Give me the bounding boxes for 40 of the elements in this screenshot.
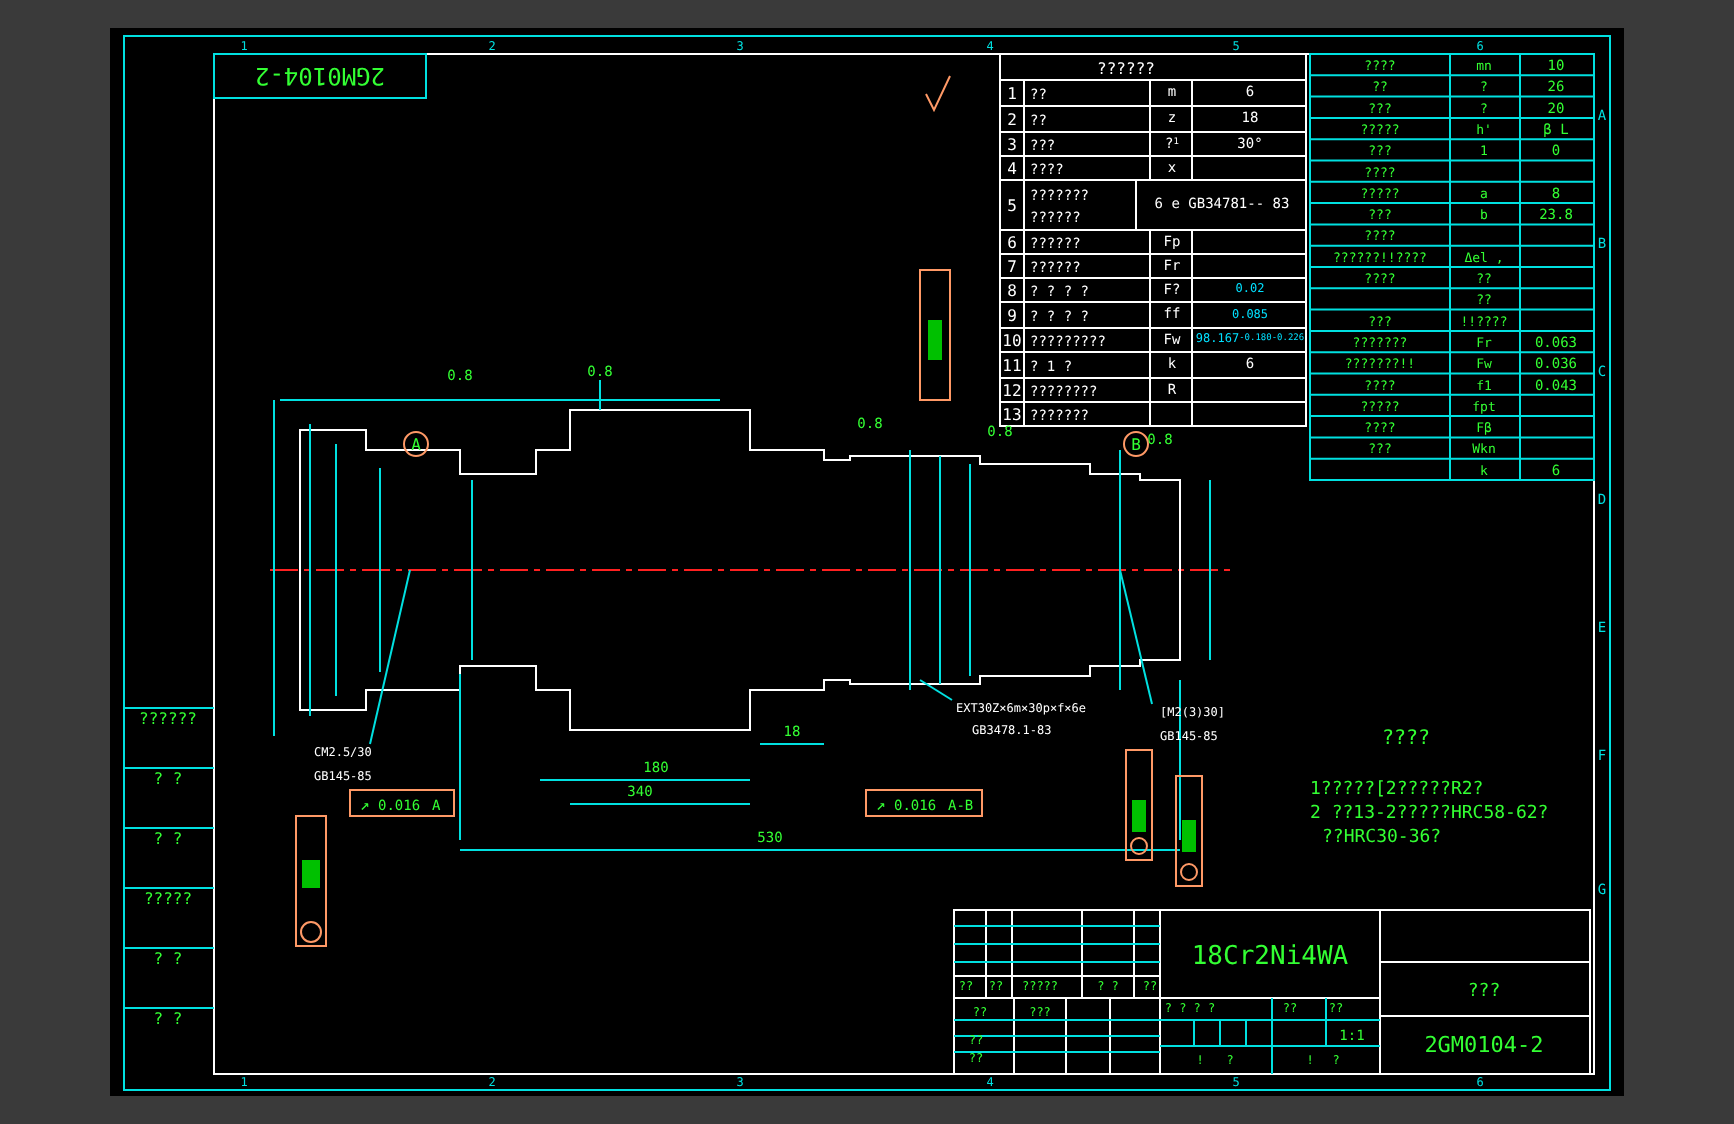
row-number: 2 xyxy=(1007,111,1017,129)
row-number: 8 xyxy=(1007,282,1017,300)
part-name: ??? xyxy=(1467,982,1501,1002)
datum-letter: B xyxy=(1131,436,1141,454)
margin-label: ? ? xyxy=(153,1010,183,1028)
tolerance-frame xyxy=(865,789,983,817)
row-number: 13 xyxy=(1002,406,1022,424)
datum-tag-icon xyxy=(1125,749,1153,861)
tolerance-frame xyxy=(349,789,455,817)
dimension-line xyxy=(759,743,825,745)
margin-label: ????? xyxy=(143,890,193,908)
row-number: 5 xyxy=(1007,197,1017,215)
margin-label: ? ? xyxy=(153,950,183,968)
drawing-number: 2GM0104-2 xyxy=(1424,1032,1544,1058)
note-line: 2 ??13-2?????HRC58-62? xyxy=(1310,804,1549,824)
datum-tag-icon xyxy=(295,815,327,947)
margin-label: ? ? xyxy=(153,770,183,788)
margin-label: ? ? xyxy=(153,830,183,848)
row-number: 11 xyxy=(1002,357,1022,375)
row-number: 7 xyxy=(1007,258,1017,276)
note-line: ??HRC30-36? xyxy=(1322,828,1442,848)
table-title: ?????? xyxy=(1097,60,1155,78)
row-number: 10 xyxy=(1002,332,1022,350)
row-number: 9 xyxy=(1007,307,1017,325)
tolerance-symbol: ↗ xyxy=(360,796,370,814)
drawing-number-inverted: 2GM0104-2 xyxy=(254,62,386,90)
datum-marker xyxy=(1123,431,1149,457)
row-number: 1 xyxy=(1007,85,1017,103)
tolerance-symbol: ↗ xyxy=(876,796,886,814)
surface-roughness-icon xyxy=(925,75,951,113)
datum-tag-icon xyxy=(919,269,951,401)
row-number: 3 xyxy=(1007,136,1017,154)
note-line: 1?????[2?????R2? xyxy=(1310,780,1484,800)
notes-title: ???? xyxy=(1381,728,1431,750)
row-number: 4 xyxy=(1007,160,1017,178)
row-number: 6 xyxy=(1007,234,1017,252)
row-number: 12 xyxy=(1002,382,1022,400)
margin-label: ?????? xyxy=(139,710,197,728)
material-name: 18Cr2Ni4WA xyxy=(1191,942,1349,972)
datum-tag-icon xyxy=(1175,775,1203,887)
